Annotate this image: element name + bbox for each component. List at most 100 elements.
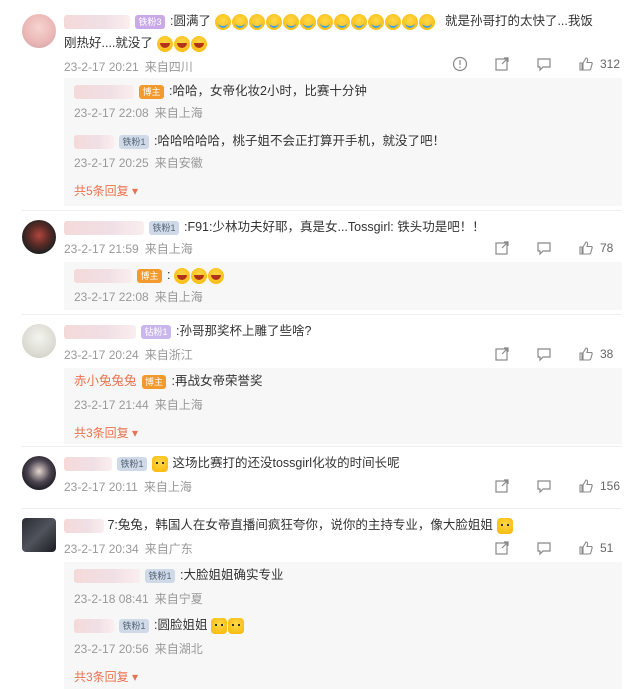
reply-text: :大脸姐姐确实专业 (179, 568, 284, 582)
fan-badge: 铁粉1 (119, 134, 149, 149)
host-badge: 博主 (142, 374, 167, 389)
more-replies-link[interactable]: 共5条回复 ▾ (74, 182, 138, 199)
username[interactable] (74, 268, 132, 283)
cry-emoji-icon (316, 13, 333, 30)
username[interactable] (74, 568, 140, 583)
comment-actions: 312 (426, 56, 620, 72)
share-icon[interactable] (494, 540, 510, 556)
host-badge: 博主 (137, 268, 162, 283)
laugh-emoji-icon (174, 267, 191, 284)
comment-actions: 38 (468, 346, 620, 362)
emoji-row (214, 13, 438, 30)
thumbs-up-icon[interactable] (578, 56, 594, 72)
cat-emoji-icon (152, 455, 169, 472)
share-icon[interactable] (494, 240, 510, 256)
username[interactable] (64, 518, 104, 533)
fan-badge: 铁粉1 (119, 618, 149, 633)
like-count: 78 (600, 241, 614, 255)
divider (22, 210, 622, 211)
divider (22, 314, 622, 315)
username[interactable] (64, 456, 112, 471)
cry-emoji-icon (265, 13, 282, 30)
cry-emoji-icon (231, 13, 248, 30)
username[interactable] (64, 220, 144, 235)
avatar[interactable] (22, 14, 56, 48)
more-replies-link[interactable]: 共3条回复 ▾ (74, 668, 138, 685)
reply-text: :哈哈哈哈哈，桃子姐不会正打算开手机，就没了吧！ (153, 134, 445, 148)
avatar[interactable] (22, 456, 56, 490)
fan-badge: 铁粉1 (149, 220, 179, 235)
comment-location: 来自广东 (144, 542, 193, 556)
reply-time: 23-2-17 22:08 (74, 106, 149, 120)
comment-icon[interactable] (536, 240, 552, 256)
avatar[interactable] (22, 220, 56, 254)
comment-icon[interactable] (536, 540, 552, 556)
comment-actions: 156 (468, 478, 620, 494)
fan-badge: 铁粉1 (117, 456, 147, 471)
username[interactable] (74, 618, 114, 633)
reply-list: 铁粉1 :大脸姐姐确实专业 23-2-18 08:41 来自宁夏 铁粉1 :圆脸姐… (64, 562, 622, 689)
reply-location: 来自宁夏 (154, 592, 203, 606)
reply-location: 来自上海 (154, 106, 203, 120)
reply-time: 23-2-17 20:56 (74, 642, 149, 656)
comment-time: 23-2-17 20:21 (64, 60, 139, 74)
like-count: 38 (600, 347, 614, 361)
comment-text: 这场比赛打的还没tossgirl化妆的时间长呢 (172, 456, 400, 470)
laugh-emoji-icon (191, 267, 208, 284)
thumbs-up-icon[interactable] (578, 478, 594, 494)
avatar[interactable] (22, 324, 56, 358)
avatar[interactable] (22, 518, 56, 552)
divider (22, 446, 622, 447)
reply-text: :圆脸姐姐 (153, 618, 208, 632)
comment-text: :圆满了 (169, 14, 211, 28)
comment-location: 来自浙江 (144, 348, 193, 362)
like-count: 312 (599, 57, 620, 71)
reply-time: 23-2-18 08:41 (74, 592, 149, 606)
more-replies-link[interactable]: 共3条回复 ▾ (74, 424, 138, 441)
comment-text-tail: 就是孙哥打的太快了...我饭 (444, 14, 593, 28)
reply-location: 来自上海 (154, 290, 203, 304)
info-icon[interactable] (452, 56, 468, 72)
reply-text: : (166, 268, 171, 282)
chevron-down-icon: ▾ (132, 184, 139, 198)
laugh-emoji-icon (173, 35, 190, 52)
cry-emoji-icon (384, 13, 401, 30)
comment-text: 7:兔兔，韩国人在女帝直播间疯狂夸你，说你的主持专业，像大脸姐姐 (107, 518, 493, 532)
reply-text: :再战女帝荣誉奖 (171, 374, 263, 388)
cry-emoji-icon (401, 13, 418, 30)
comment-icon[interactable] (536, 346, 552, 362)
username[interactable] (64, 324, 136, 339)
reply-username[interactable]: 赤小兔兔兔 (74, 374, 137, 388)
comment-time: 23-2-17 20:24 (64, 348, 139, 362)
comment-text: :孙哥那奖杯上雕了些啥? (175, 324, 312, 338)
cry-emoji-icon (248, 13, 265, 30)
cry-emoji-icon (333, 13, 350, 30)
comment-icon[interactable] (536, 478, 552, 494)
share-icon[interactable] (494, 56, 510, 72)
cat-emoji-icon (228, 617, 245, 634)
comment-text-line2: 刚热好....就没了 (64, 36, 153, 50)
reply-time: 23-2-17 20:25 (74, 156, 149, 170)
thumbs-up-icon[interactable] (578, 240, 594, 256)
cat-emoji-icon (496, 517, 513, 534)
username[interactable] (74, 84, 134, 99)
like-count: 156 (599, 479, 620, 493)
username[interactable] (74, 134, 114, 149)
share-icon[interactable] (494, 478, 510, 494)
like-count: 51 (600, 541, 614, 555)
fan-badge: 铁粉3 (135, 14, 165, 29)
laugh-emoji-icon (208, 267, 225, 284)
share-icon[interactable] (494, 346, 510, 362)
thumbs-up-icon[interactable] (578, 540, 594, 556)
laugh-emoji-icon (190, 35, 207, 52)
cry-emoji-icon (418, 13, 435, 30)
cry-emoji-icon (299, 13, 316, 30)
chevron-down-icon: ▾ (132, 670, 139, 684)
username[interactable] (64, 14, 130, 29)
comment-text: :F91:少林功夫好耶，真是女...Tossgirl: 铁头功是吧！！ (183, 220, 485, 234)
reply-list: 博主 :哈哈，女帝化妆2小时，比赛十分钟 23-2-17 22:08 来自上海 铁… (64, 78, 622, 206)
comment-icon[interactable] (536, 56, 552, 72)
comment-location: 来自上海 (143, 480, 192, 494)
thumbs-up-icon[interactable] (578, 346, 594, 362)
host-badge: 博主 (139, 84, 164, 99)
